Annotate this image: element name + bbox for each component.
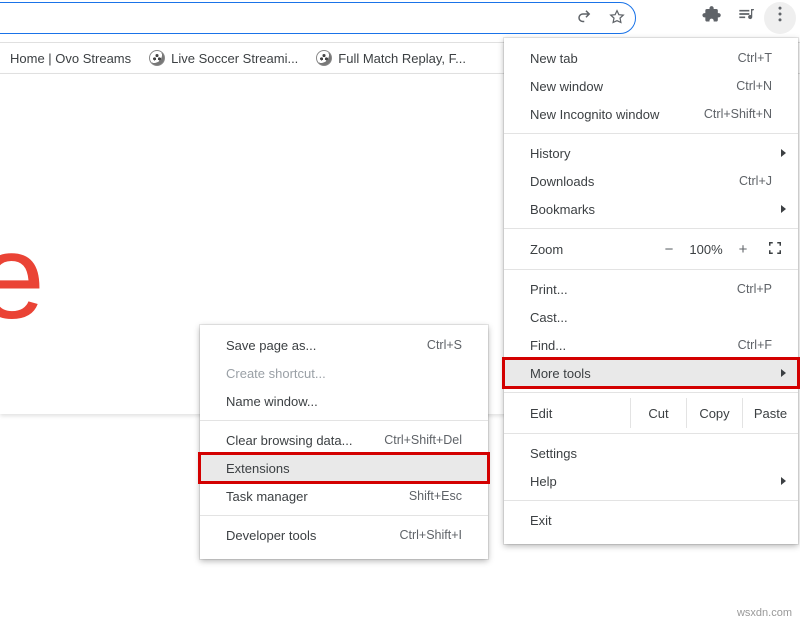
menu-label: Name window... [226, 394, 462, 409]
menu-separator [504, 133, 798, 134]
submenu-task-manager[interactable]: Task manager Shift+Esc [200, 482, 488, 510]
submenu-arrow-icon [781, 477, 786, 485]
soccer-icon [149, 50, 165, 66]
menu-label: More tools [530, 366, 772, 381]
menu-separator [504, 228, 798, 229]
bookmark-item[interactable]: Live Soccer Streami... [149, 50, 298, 66]
menu-shortcut: Ctrl+F [738, 338, 772, 352]
submenu-arrow-icon [781, 149, 786, 157]
star-icon[interactable] [607, 7, 627, 27]
submenu-developer-tools[interactable]: Developer tools Ctrl+Shift+I [200, 521, 488, 549]
menu-shortcut: Ctrl+Shift+Del [384, 433, 462, 447]
submenu-extensions[interactable]: Extensions [200, 454, 488, 482]
svg-text:e: e [0, 220, 40, 344]
menu-separator [504, 269, 798, 270]
menu-shortcut: Ctrl+T [738, 51, 772, 65]
menu-label: Save page as... [226, 338, 427, 353]
menu-shortcut: Ctrl+P [737, 282, 772, 296]
more-tools-submenu: Save page as... Ctrl+S Create shortcut..… [200, 325, 488, 559]
menu-separator [200, 420, 488, 421]
menu-label: Cast... [530, 310, 772, 325]
menu-bookmarks[interactable]: Bookmarks [504, 195, 798, 223]
zoom-percent: 100% [684, 242, 728, 257]
submenu-save-page[interactable]: Save page as... Ctrl+S [200, 331, 488, 359]
share-icon[interactable] [575, 7, 595, 27]
bookmark-label: Home | Ovo Streams [10, 51, 131, 66]
menu-more-tools[interactable]: More tools [504, 359, 798, 387]
menu-label: Downloads [530, 174, 739, 189]
menu-label: New tab [530, 51, 738, 66]
menu-edit-row: Edit Cut Copy Paste [504, 398, 798, 428]
extensions-icon[interactable] [702, 4, 722, 24]
menu-shortcut: Ctrl+S [427, 338, 462, 352]
menu-label: Extensions [226, 461, 462, 476]
menu-label: Exit [530, 513, 772, 528]
copy-button[interactable]: Copy [686, 398, 742, 428]
menu-label: New Incognito window [530, 107, 704, 122]
menu-separator [504, 392, 798, 393]
watermark: wsxdn.com [737, 607, 792, 619]
menu-shortcut: Shift+Esc [409, 489, 462, 503]
omnibox[interactable] [0, 2, 636, 34]
menu-help[interactable]: Help [504, 467, 798, 495]
submenu-arrow-icon [781, 205, 786, 213]
menu-find[interactable]: Find... Ctrl+F [504, 331, 798, 359]
menu-label: New window [530, 79, 736, 94]
menu-zoom-row: Zoom − 100% + [504, 234, 798, 264]
bookmark-label: Live Soccer Streami... [171, 51, 298, 66]
bookmark-item[interactable]: Home | Ovo Streams [10, 51, 131, 66]
submenu-name-window[interactable]: Name window... [200, 387, 488, 415]
menu-label: Help [530, 474, 772, 489]
kebab-menu-icon[interactable] [770, 4, 790, 24]
menu-separator [200, 515, 488, 516]
fullscreen-icon[interactable] [766, 239, 784, 260]
submenu-create-shortcut[interactable]: Create shortcut... [200, 359, 488, 387]
menu-label: Create shortcut... [226, 366, 462, 381]
cut-button[interactable]: Cut [630, 398, 686, 428]
menu-shortcut: Ctrl+Shift+N [704, 107, 772, 121]
menu-settings[interactable]: Settings [504, 439, 798, 467]
menu-label: Clear browsing data... [226, 433, 384, 448]
menu-new-window[interactable]: New window Ctrl+N [504, 72, 798, 100]
menu-label: Settings [530, 446, 772, 461]
menu-exit[interactable]: Exit [504, 506, 798, 534]
media-control-icon[interactable] [736, 4, 756, 24]
menu-label: Find... [530, 338, 738, 353]
menu-downloads[interactable]: Downloads Ctrl+J [504, 167, 798, 195]
paste-button[interactable]: Paste [742, 398, 798, 428]
menu-print[interactable]: Print... Ctrl+P [504, 275, 798, 303]
menu-history[interactable]: History [504, 139, 798, 167]
browser-toolbar [0, 2, 800, 40]
menu-new-incognito[interactable]: New Incognito window Ctrl+Shift+N [504, 100, 798, 128]
submenu-arrow-icon [781, 369, 786, 377]
menu-shortcut: Ctrl+Shift+I [399, 528, 462, 542]
edit-label: Edit [504, 398, 630, 428]
menu-cast[interactable]: Cast... [504, 303, 798, 331]
zoom-out-button[interactable]: − [654, 241, 684, 258]
menu-label: Developer tools [226, 528, 399, 543]
zoom-in-button[interactable]: + [728, 241, 758, 258]
bookmark-item[interactable]: Full Match Replay, F... [316, 50, 466, 66]
menu-separator [504, 500, 798, 501]
zoom-label: Zoom [530, 242, 654, 257]
menu-label: Bookmarks [530, 202, 772, 217]
submenu-clear-browsing-data[interactable]: Clear browsing data... Ctrl+Shift+Del [200, 426, 488, 454]
menu-new-tab[interactable]: New tab Ctrl+T [504, 44, 798, 72]
menu-label: Task manager [226, 489, 409, 504]
bookmark-label: Full Match Replay, F... [338, 51, 466, 66]
menu-separator [504, 433, 798, 434]
chrome-main-menu: New tab Ctrl+T New window Ctrl+N New Inc… [504, 38, 798, 544]
menu-shortcut: Ctrl+J [739, 174, 772, 188]
soccer-icon [316, 50, 332, 66]
menu-label: History [530, 146, 772, 161]
menu-shortcut: Ctrl+N [736, 79, 772, 93]
google-logo-fragment: g l e [0, 220, 180, 380]
menu-label: Print... [530, 282, 737, 297]
